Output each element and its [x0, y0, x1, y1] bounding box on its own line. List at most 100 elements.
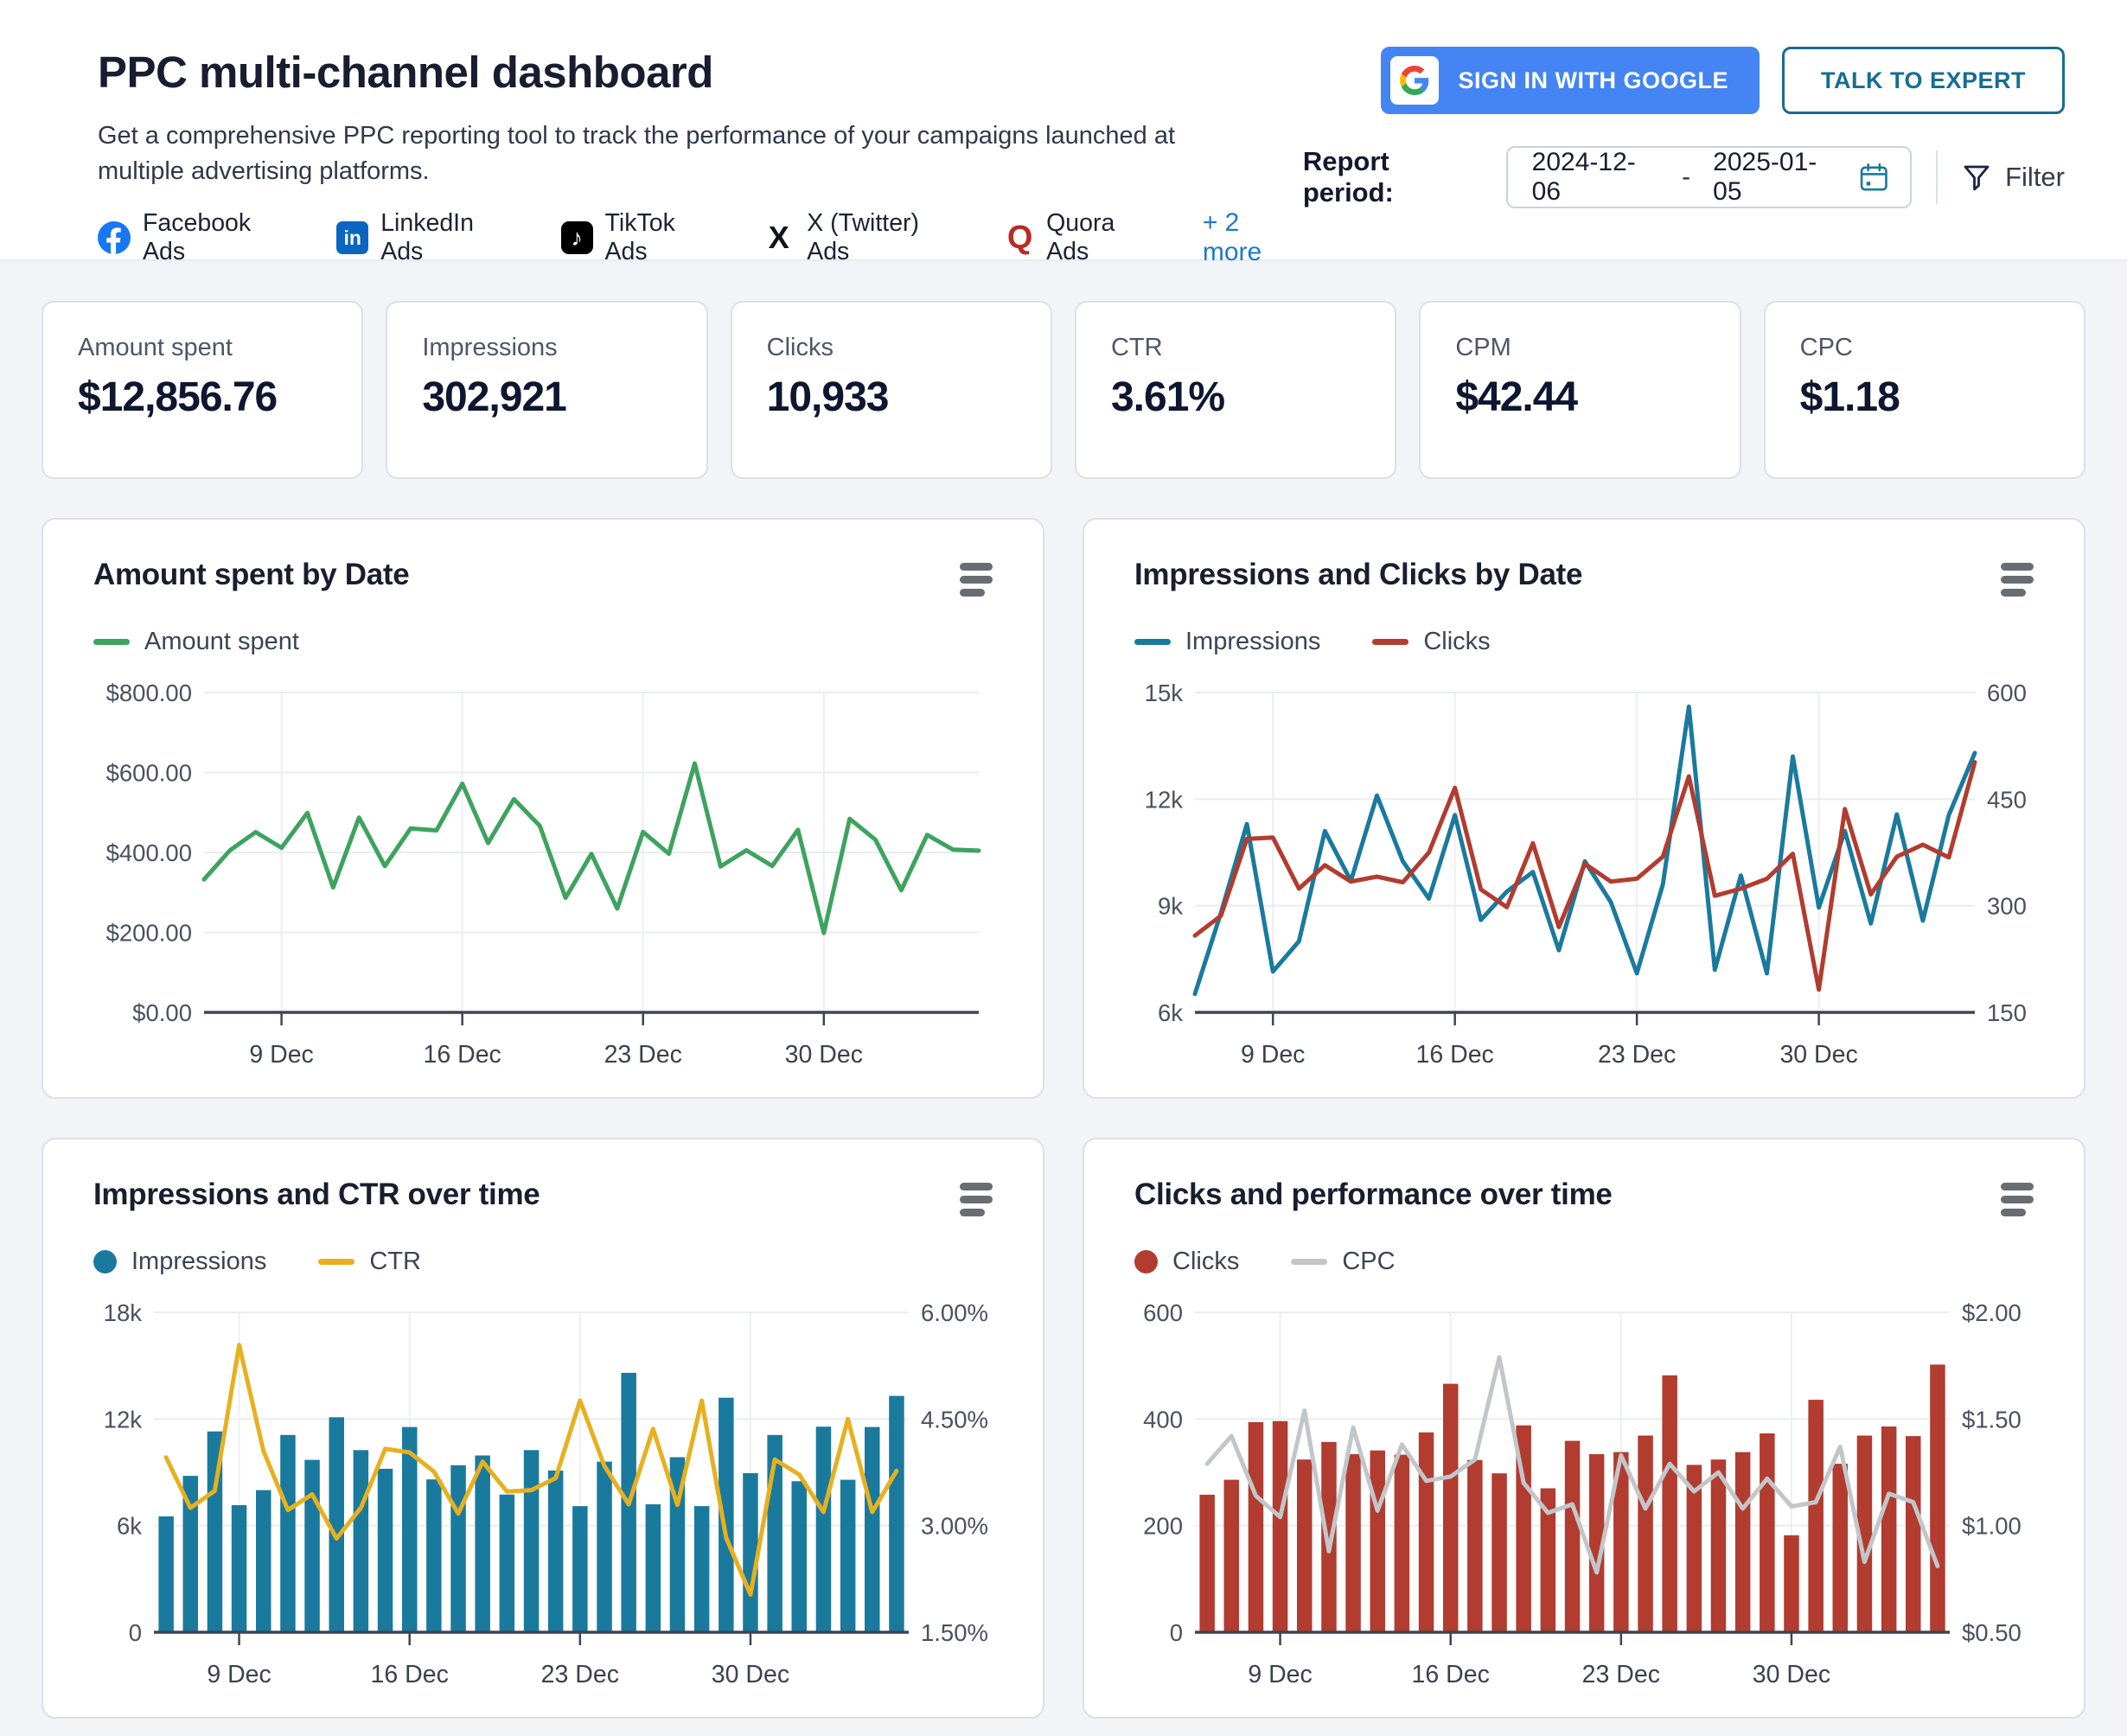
legend-label: Amount spent: [144, 628, 299, 656]
chart-card-amount-spent: Amount spent by Date Amount spent $0.00 $…: [42, 518, 1044, 1099]
svg-text:23 Dec: 23 Dec: [1598, 1041, 1676, 1069]
impressions-clicks-chart: 6k9k12k15k1503004506009 Dec16 Dec23 Dec3…: [1134, 668, 2034, 1099]
chart-card-clicks-performance: Clicks and performance over time ClicksC…: [1083, 1138, 2085, 1719]
legend-item-ctr[interactable]: CTR: [318, 1248, 421, 1276]
legend-swatch: [1291, 1259, 1327, 1265]
svg-text:16 Dec: 16 Dec: [1412, 1661, 1490, 1688]
legend-swatch: [1372, 639, 1408, 645]
more-platforms-link[interactable]: + 2 more: [1203, 208, 1303, 267]
platform-x-twitter-ads: X X (Twitter) Ads: [763, 209, 962, 266]
svg-text:9 Dec: 9 Dec: [1241, 1041, 1305, 1069]
kpi-value: 3.61%: [1111, 373, 1360, 421]
svg-text:$0.50: $0.50: [1962, 1619, 2022, 1646]
legend-item-amount-spent[interactable]: Amount spent: [93, 628, 299, 656]
svg-text:9 Dec: 9 Dec: [1248, 1661, 1312, 1688]
svg-text:16 Dec: 16 Dec: [371, 1661, 449, 1688]
kpi-row: Amount spent $12,856.76 Impressions 302,…: [0, 301, 2127, 479]
date-to: 2025-01-05: [1713, 148, 1840, 207]
date-from: 2024-12-06: [1532, 148, 1659, 207]
sign-in-google-button[interactable]: SIGN IN WITH GOOGLE: [1381, 47, 1760, 114]
report-period-row: Report period: 2024-12-06 - 2025-01-05 F…: [1303, 146, 2065, 208]
kpi-label: Impressions: [422, 334, 671, 362]
svg-text:150: 150: [1987, 999, 2027, 1026]
platform-label: X (Twitter) Ads: [807, 209, 962, 266]
svg-text:6k: 6k: [1158, 999, 1183, 1026]
header-left: PPC multi-channel dashboard Get a compre…: [98, 47, 1303, 259]
svg-text:1.50%: 1.50%: [921, 1619, 988, 1646]
platform-linkedin-ads: in LinkedIn Ads: [336, 209, 517, 266]
kpi-label: Amount spent: [78, 334, 327, 362]
legend-item-impressions[interactable]: Impressions: [93, 1248, 266, 1276]
date-range-input[interactable]: 2024-12-06 - 2025-01-05: [1506, 146, 1913, 208]
series-clicks-bars: [1199, 1364, 1945, 1632]
page: PPC multi-channel dashboard Get a compre…: [0, 0, 2127, 1719]
chart-title: Amount spent by Date: [93, 558, 409, 592]
chart-menu-icon[interactable]: [2001, 1183, 2034, 1216]
svg-text:$800.00: $800.00: [106, 680, 192, 706]
svg-text:450: 450: [1987, 786, 2027, 813]
legend-item-impressions[interactable]: Impressions: [1134, 628, 1320, 656]
svg-text:15k: 15k: [1145, 680, 1184, 706]
kpi-label: CPM: [1455, 334, 1704, 362]
kpi-card-impressions: Impressions 302,921: [386, 301, 707, 479]
svg-text:$600.00: $600.00: [106, 760, 192, 787]
chart-legend: Amount spent: [93, 628, 993, 656]
legend-label: Clicks: [1423, 628, 1490, 656]
platform-list: Facebook Ads in LinkedIn Ads ♪ TikTok Ad…: [98, 208, 1303, 267]
google-button-label: SIGN IN WITH GOOGLE: [1458, 67, 1728, 94]
svg-text:9 Dec: 9 Dec: [207, 1661, 271, 1688]
svg-text:200: 200: [1143, 1513, 1183, 1540]
svg-text:12k: 12k: [104, 1406, 143, 1433]
svg-text:$200.00: $200.00: [106, 920, 192, 947]
platform-label: Facebook Ads: [143, 209, 293, 266]
impressions-ctr-chart: 06k12k18k1.50%3.00%4.50%6.00%9 Dec16 Dec…: [93, 1288, 993, 1719]
platform-label: TikTok Ads: [605, 209, 720, 266]
svg-text:400: 400: [1143, 1406, 1183, 1433]
svg-text:18k: 18k: [104, 1299, 143, 1326]
legend-item-clicks[interactable]: Clicks: [1372, 628, 1490, 656]
kpi-label: CTR: [1111, 334, 1360, 362]
legend-label: CPC: [1342, 1248, 1395, 1276]
page-title: PPC multi-channel dashboard: [98, 47, 1303, 98]
svg-text:600: 600: [1143, 1299, 1183, 1326]
platform-label: Quora Ads: [1046, 209, 1159, 266]
platform-label: LinkedIn Ads: [380, 209, 517, 266]
chart-title: Clicks and performance over time: [1134, 1178, 1613, 1212]
legend-item-cpc[interactable]: CPC: [1291, 1248, 1395, 1276]
svg-text:16 Dec: 16 Dec: [1416, 1041, 1494, 1069]
talk-to-expert-button[interactable]: TALK TO EXPERT: [1782, 47, 2065, 114]
x-twitter-icon: X: [763, 220, 795, 256]
kpi-card-amount-spent: Amount spent $12,856.76: [42, 301, 363, 479]
chart-legend: Clicks CPC: [1134, 1248, 2034, 1276]
filter-label: Filter: [2005, 162, 2065, 193]
google-icon: [1390, 56, 1439, 105]
chart-menu-icon[interactable]: [960, 1183, 993, 1216]
funnel-icon: [1962, 163, 1991, 192]
chart-menu-icon[interactable]: [2001, 563, 2034, 597]
calendar-icon: [1858, 161, 1890, 194]
chart-menu-icon[interactable]: [960, 563, 993, 597]
header-buttons: SIGN IN WITH GOOGLE TALK TO EXPERT: [1381, 47, 2065, 114]
platform-facebook-ads: Facebook Ads: [98, 209, 293, 266]
legend-item-clicks[interactable]: Clicks: [1134, 1248, 1239, 1276]
svg-text:23 Dec: 23 Dec: [1582, 1661, 1660, 1688]
chart-legend: Impressions CTR: [93, 1248, 993, 1276]
svg-text:$2.00: $2.00: [1962, 1299, 2022, 1326]
kpi-card-cpm: CPM $42.44: [1419, 301, 1741, 479]
svg-text:23 Dec: 23 Dec: [541, 1661, 619, 1688]
svg-text:$0.00: $0.00: [132, 999, 192, 1026]
tiktok-icon: ♪: [561, 221, 593, 254]
svg-text:0: 0: [1170, 1619, 1183, 1646]
linkedin-icon: in: [336, 221, 368, 254]
page-subtitle: Get a comprehensive PPC reporting tool t…: [98, 118, 1248, 189]
facebook-icon: [98, 221, 131, 254]
svg-text:9k: 9k: [1158, 893, 1183, 920]
filter-button[interactable]: Filter: [1962, 162, 2065, 193]
svg-text:300: 300: [1987, 893, 2027, 920]
charts-grid: Amount spent by Date Amount spent $0.00 $…: [0, 518, 2127, 1719]
svg-text:3.00%: 3.00%: [921, 1513, 988, 1540]
clicks-performance-chart: 0200400600$0.50$1.00$1.50$2.009 Dec16 De…: [1134, 1288, 2034, 1719]
series-amount spent-line: [204, 763, 979, 933]
legend-swatch: [93, 1250, 117, 1273]
svg-text:23 Dec: 23 Dec: [604, 1041, 682, 1069]
